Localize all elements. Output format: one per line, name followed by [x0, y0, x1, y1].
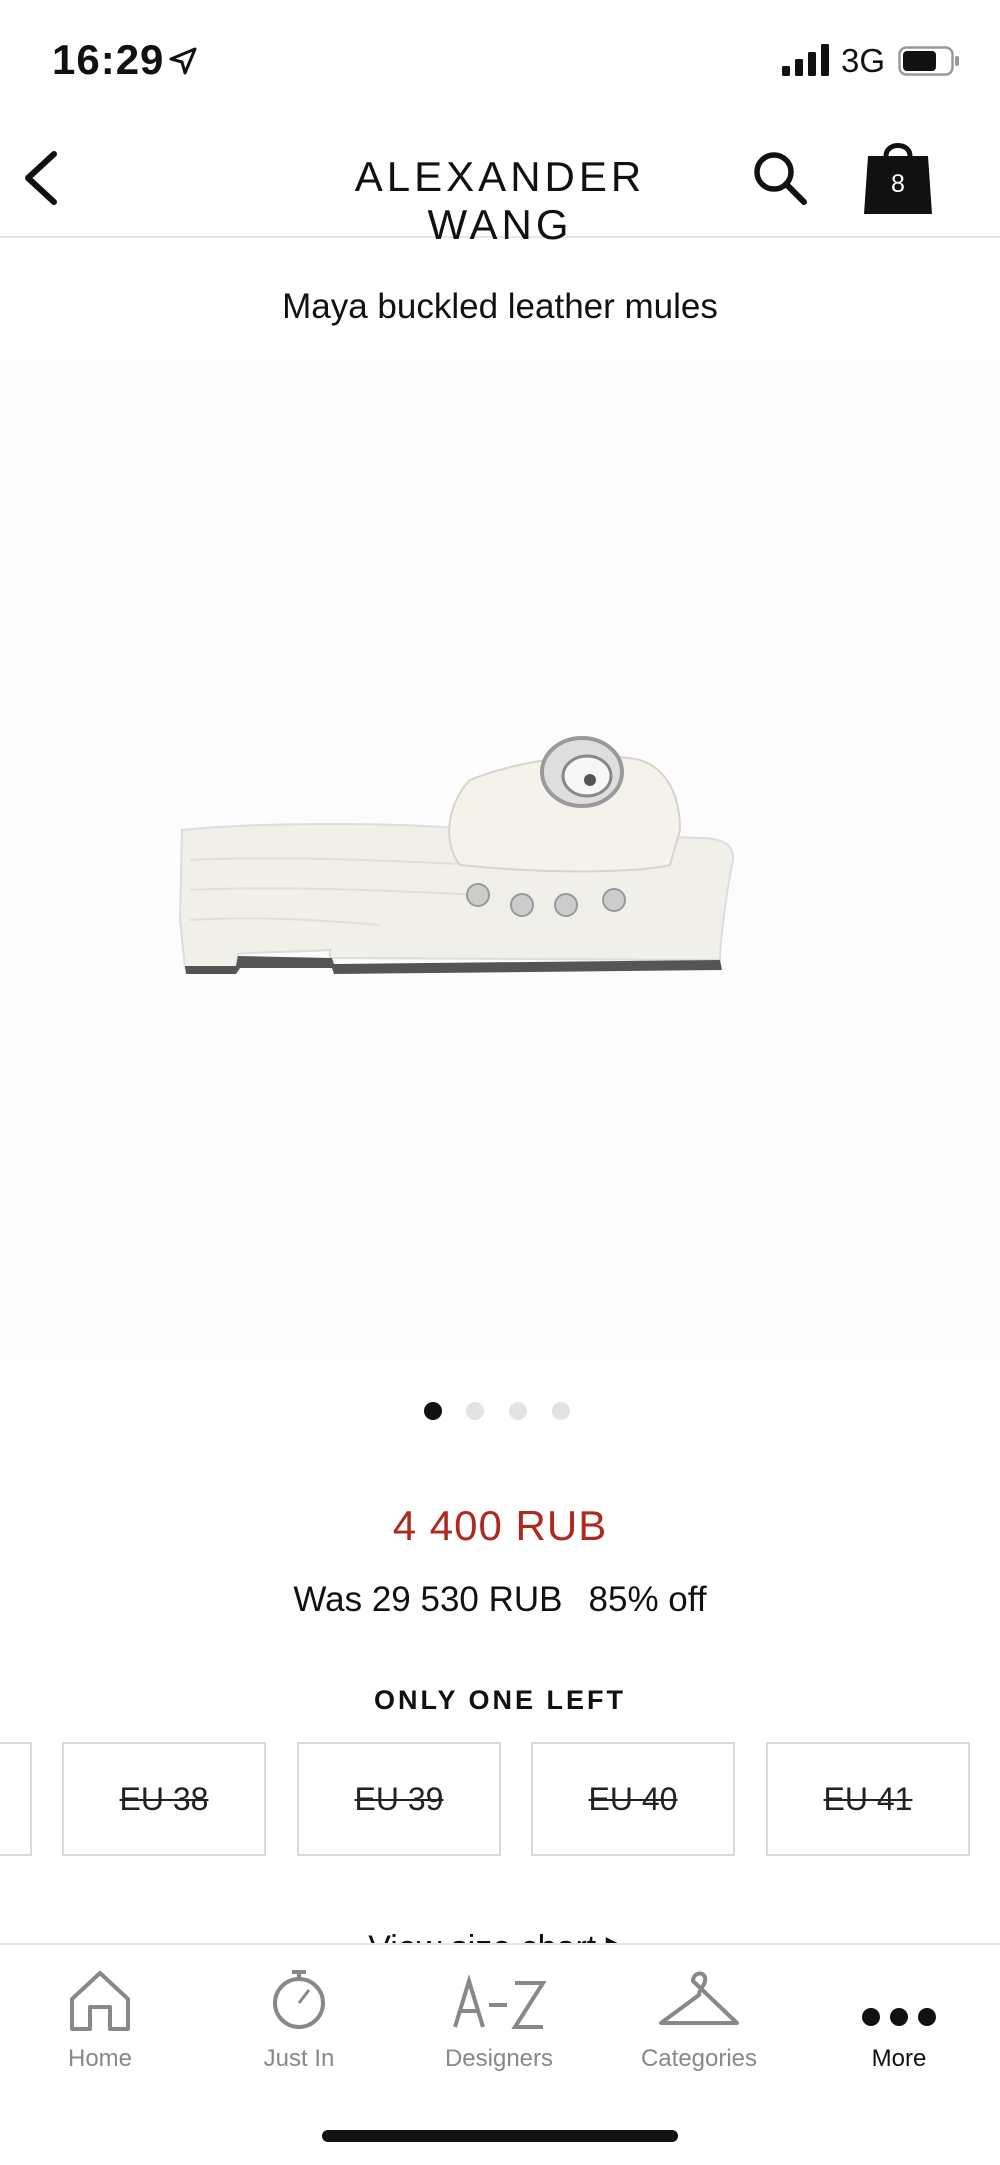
- shopping-bag-button[interactable]: 8: [858, 134, 938, 214]
- designer-title: ALEXANDER WANG: [354, 153, 646, 248]
- product-screen: 16:29 3G ALEXANDER WANG 8 Maya buckled l…: [0, 0, 1000, 2165]
- home-indicator[interactable]: [322, 2130, 678, 2142]
- gallery-pagination[interactable]: [424, 1402, 584, 1424]
- a-z-icon: [453, 1974, 547, 2029]
- tab-just-in[interactable]: Just In: [199, 1965, 399, 2095]
- product-title: Maya buckled leather mules: [282, 287, 718, 326]
- gallery-dot-4[interactable]: [552, 1402, 570, 1420]
- size-option[interactable]: EU 38: [62, 1742, 266, 1856]
- battery-icon: [898, 46, 959, 76]
- tab-more[interactable]: More: [799, 1965, 999, 2095]
- tab-home[interactable]: Home: [0, 1965, 200, 2095]
- back-chevron-icon[interactable]: [14, 146, 74, 210]
- size-option[interactable]: EU 39: [297, 1742, 501, 1856]
- sale-price: 4 400 RUB: [392, 1502, 608, 1549]
- bottom-tab-bar: Home Just In Designers Categories More: [0, 1943, 1000, 2165]
- tab-label: Designers: [444, 2045, 554, 2072]
- tab-categories[interactable]: Categories: [599, 1965, 799, 2095]
- status-time: 16:29: [52, 36, 165, 83]
- size-option-partial[interactable]: [0, 1742, 32, 1856]
- size-chart-link[interactable]: View size chart ▶: [0, 1928, 1000, 1944]
- status-bar: 16:29 3G: [0, 0, 1000, 120]
- size-selector: EU 38 EU 39 EU 40 EU 41: [0, 1742, 1000, 1860]
- house-icon: [70, 1971, 130, 2031]
- size-option[interactable]: EU 40: [531, 1742, 735, 1856]
- was-price: Was 29 530 RUB: [293, 1580, 563, 1619]
- tab-label: More: [871, 2045, 927, 2072]
- product-image[interactable]: [0, 360, 1000, 1360]
- app-header: ALEXANDER WANG 8: [0, 120, 1000, 248]
- tab-label: Just In: [263, 2045, 335, 2072]
- gallery-dot-2[interactable]: [466, 1402, 484, 1420]
- location-arrow-icon: [169, 47, 197, 75]
- size-option[interactable]: EU 41: [766, 1742, 970, 1856]
- mule-shoe-illustration: [0, 360, 1000, 1360]
- stock-note: ONLY ONE LEFT: [373, 1685, 627, 1715]
- cellular-signal-icon: [782, 44, 829, 76]
- stopwatch-icon: [273, 1970, 325, 2029]
- gallery-dot-3[interactable]: [509, 1402, 527, 1420]
- tab-label: Categories: [640, 2045, 758, 2072]
- original-price-line: Was 29 530 RUB 85% off: [0, 1580, 1000, 1620]
- gallery-dot-1[interactable]: [424, 1402, 442, 1420]
- search-icon[interactable]: [750, 148, 810, 208]
- tab-label: Home: [67, 2045, 133, 2072]
- hanger-icon: [659, 1971, 739, 2025]
- tab-designers[interactable]: Designers: [399, 1965, 599, 2095]
- ellipsis-icon: [862, 2008, 936, 2026]
- bag-count-badge: 8: [891, 170, 905, 198]
- network-type: 3G: [841, 42, 886, 79]
- discount-label: 85% off: [588, 1580, 707, 1619]
